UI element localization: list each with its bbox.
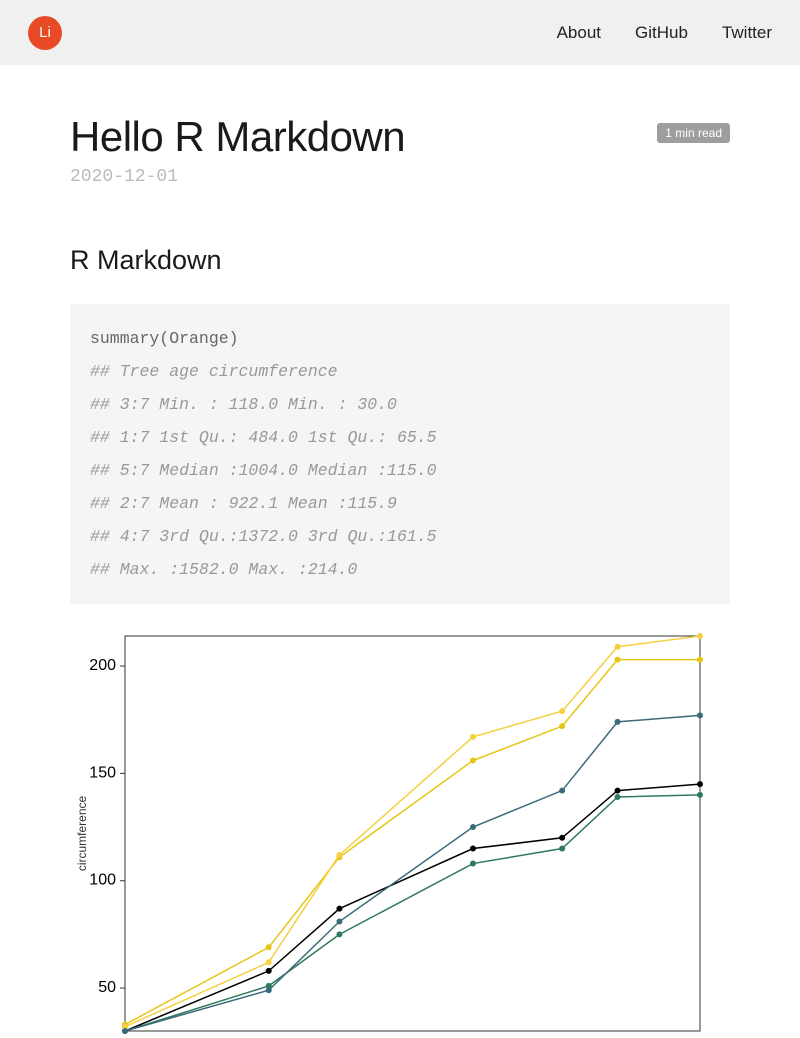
data-point xyxy=(697,633,703,639)
data-point xyxy=(697,781,703,787)
data-point xyxy=(470,824,476,830)
post-date: 2020-12-01 xyxy=(70,167,730,187)
series-line xyxy=(125,660,700,1025)
data-point xyxy=(559,723,565,729)
ytick-label: 100 xyxy=(89,872,116,889)
nav-github[interactable]: GitHub xyxy=(635,23,688,43)
ytick-label: 50 xyxy=(98,979,116,996)
data-point xyxy=(336,931,342,937)
nav: About GitHub Twitter xyxy=(557,23,772,43)
data-point xyxy=(559,835,565,841)
series-line xyxy=(125,636,700,1027)
chart-svg: 50 100 150 200 circumference xyxy=(70,628,730,1038)
header: Li About GitHub Twitter xyxy=(0,0,800,65)
code-output-line: ## Tree age circumference xyxy=(90,355,710,388)
data-point xyxy=(559,846,565,852)
code-output-line: ## 2:7 Mean : 922.1 Mean :115.9 xyxy=(90,487,710,520)
data-point xyxy=(470,734,476,740)
data-point xyxy=(559,708,565,714)
data-point xyxy=(697,792,703,798)
data-point xyxy=(615,788,621,794)
data-point xyxy=(615,657,621,663)
content: Hello R Markdown 1 min read 2020-12-01 R… xyxy=(0,65,800,1038)
series-line xyxy=(125,715,700,1031)
data-point xyxy=(615,644,621,650)
data-point xyxy=(559,788,565,794)
data-point xyxy=(697,657,703,663)
page-title: Hello R Markdown xyxy=(70,113,405,161)
code-output-line: ## Max. :1582.0 Max. :214.0 xyxy=(90,553,710,586)
data-point xyxy=(615,719,621,725)
data-point xyxy=(266,959,272,965)
data-point xyxy=(470,758,476,764)
data-point xyxy=(266,987,272,993)
code-output-line: ## 3:7 Min. : 118.0 Min. : 30.0 xyxy=(90,388,710,421)
data-point xyxy=(336,852,342,858)
code-output-line: ## 4:7 3rd Qu.:1372.0 3rd Qu.:161.5 xyxy=(90,520,710,553)
avatar[interactable]: Li xyxy=(28,16,62,50)
y-axis-label: circumference xyxy=(75,795,89,871)
data-point xyxy=(336,906,342,912)
code-block: summary(Orange) ## Tree age circumferenc… xyxy=(70,304,730,604)
data-point xyxy=(336,919,342,925)
avatar-initials: Li xyxy=(39,24,51,41)
read-time-badge: 1 min read xyxy=(657,123,730,143)
code-command: summary(Orange) xyxy=(90,322,710,355)
data-point xyxy=(266,944,272,950)
ytick-label: 150 xyxy=(89,764,116,781)
nav-twitter[interactable]: Twitter xyxy=(722,23,772,43)
chart: 50 100 150 200 circumference xyxy=(70,628,730,1038)
code-output-line: ## 1:7 1st Qu.: 484.0 1st Qu.: 65.5 xyxy=(90,421,710,454)
series-line xyxy=(125,784,700,1031)
data-point xyxy=(266,968,272,974)
data-point xyxy=(122,1028,128,1034)
data-point xyxy=(470,846,476,852)
data-point xyxy=(470,861,476,867)
code-output-line: ## 5:7 Median :1004.0 Median :115.0 xyxy=(90,454,710,487)
title-row: Hello R Markdown 1 min read xyxy=(70,113,730,161)
data-point xyxy=(697,712,703,718)
ytick-label: 200 xyxy=(89,657,116,674)
nav-about[interactable]: About xyxy=(557,23,601,43)
data-point xyxy=(615,794,621,800)
section-heading: R Markdown xyxy=(70,245,730,276)
